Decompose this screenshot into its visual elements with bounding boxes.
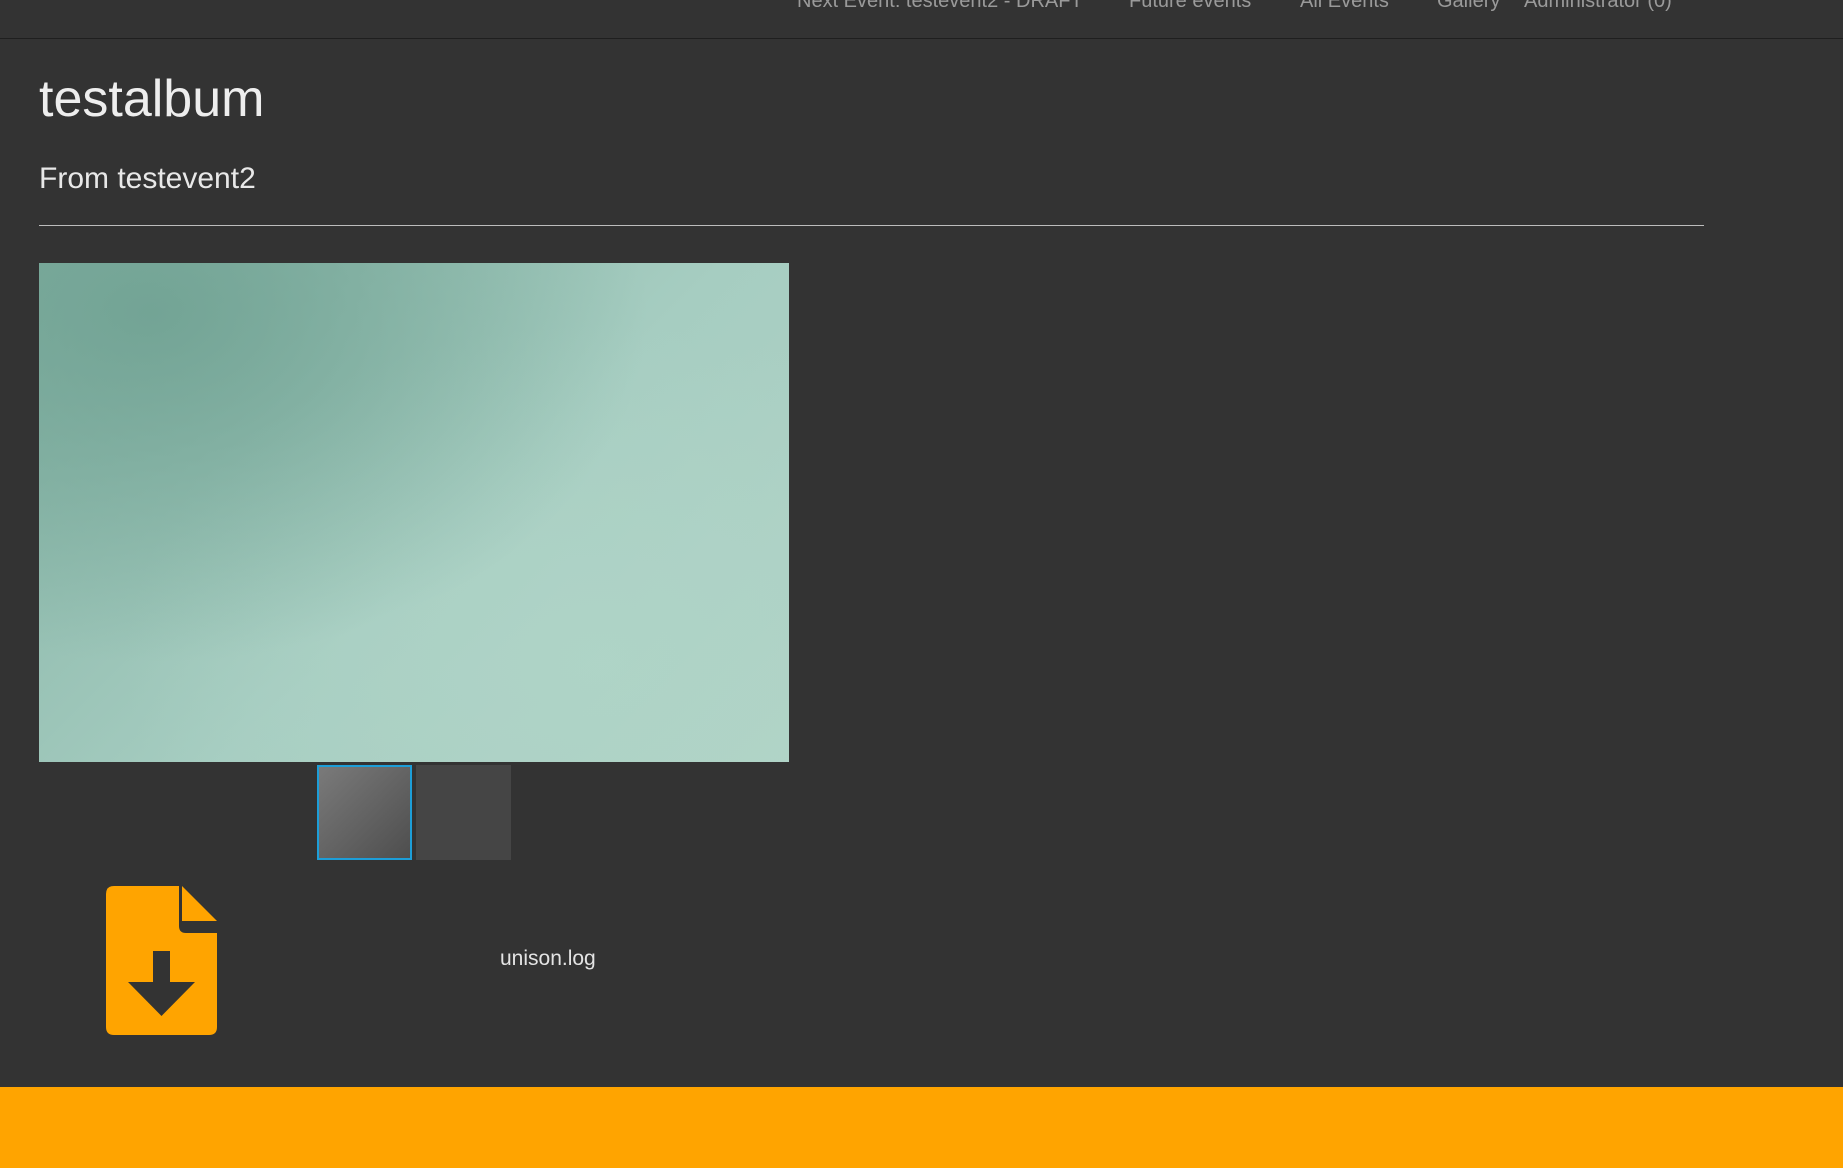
gallery-thumbnail[interactable] xyxy=(416,765,511,860)
gallery-thumbnail-selected[interactable] xyxy=(317,765,412,860)
file-name-link[interactable]: unison.log xyxy=(500,947,596,971)
page-title: testalbum xyxy=(39,70,265,128)
nav-user-menu[interactable]: Administrator (0) xyxy=(1524,0,1672,12)
page-footer xyxy=(0,1087,1843,1168)
nav-next-event-link[interactable]: Next Event: testevent2 - DRAFT xyxy=(797,0,1083,12)
nav-gallery-link[interactable]: Gallery xyxy=(1437,0,1500,12)
main-gallery-image[interactable] xyxy=(39,263,789,762)
album-subtitle: From testevent2 xyxy=(39,162,256,195)
nav-all-events-link[interactable]: All Events xyxy=(1300,0,1389,12)
file-download-icon[interactable] xyxy=(106,886,217,1035)
top-navigation-bar: Next Event: testevent2 - DRAFT Future ev… xyxy=(0,0,1843,39)
nav-future-events-link[interactable]: Future events xyxy=(1129,0,1251,12)
title-divider xyxy=(39,225,1704,226)
